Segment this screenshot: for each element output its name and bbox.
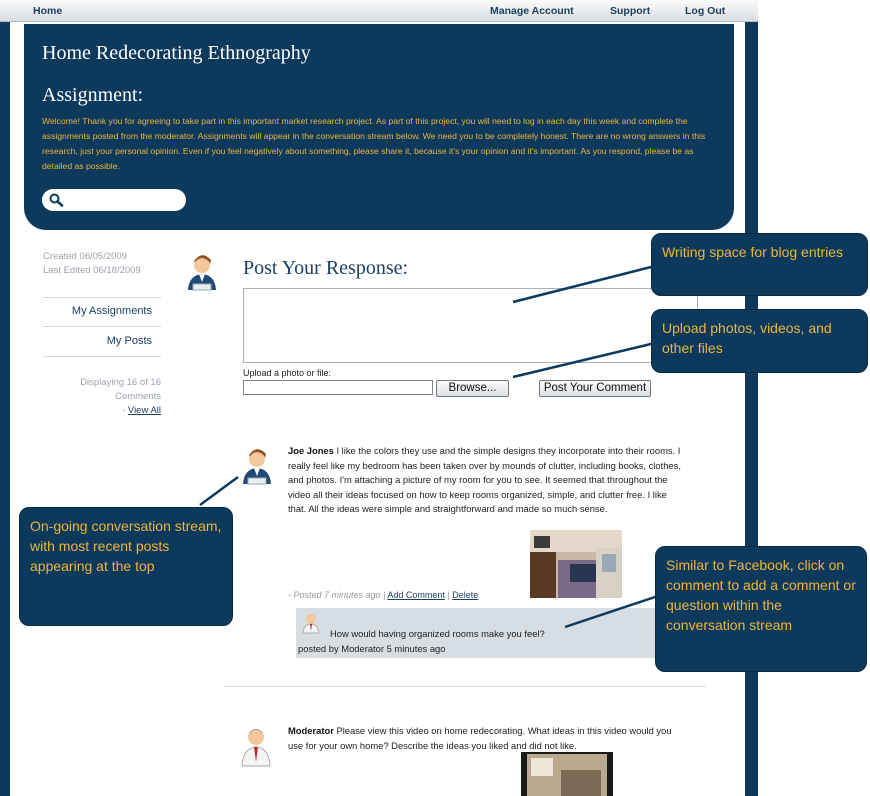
upload-callout-line	[512, 341, 656, 379]
stream-callout-line	[199, 475, 239, 507]
annotation-lines	[199, 264, 659, 629]
facebook-callout-line	[564, 594, 659, 629]
writing-callout-line	[512, 264, 656, 304]
callout-facebook-comment: Similar to Facebook, click on comment to…	[655, 546, 867, 672]
callout-conversation-stream: On-going conversation stream, with most …	[19, 507, 233, 626]
callout-writing-space: Writing space for blog entries	[651, 233, 868, 296]
callout-upload: Upload photos, videos, and other files	[651, 309, 868, 373]
